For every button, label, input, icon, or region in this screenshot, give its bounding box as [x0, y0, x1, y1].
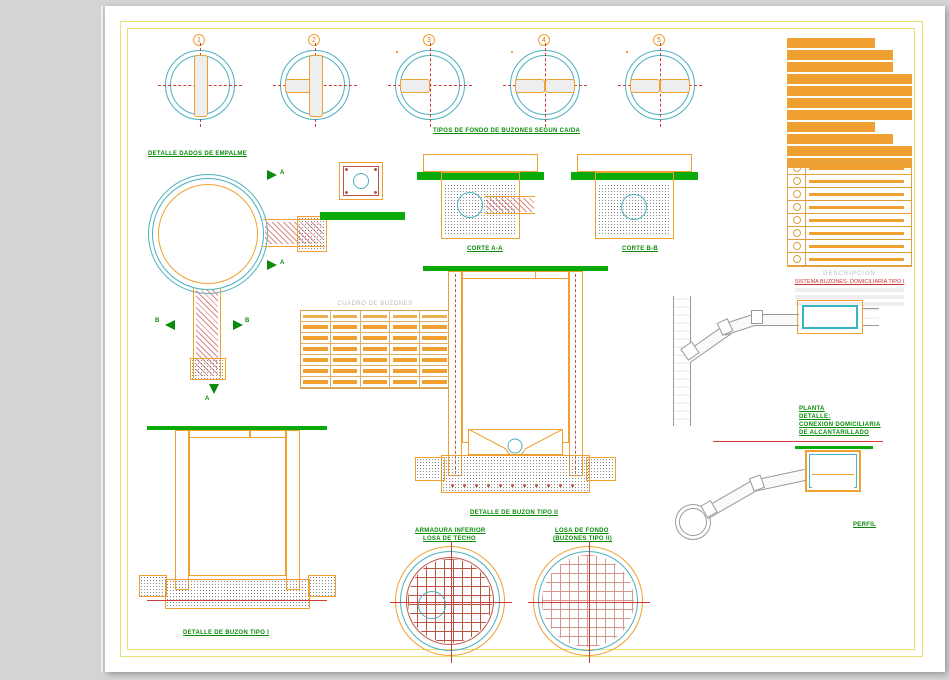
rebar-dot [511, 484, 514, 487]
label-tipo1: DETALLE DE BUZON TIPO I [183, 630, 269, 636]
buzon-tipo-1-section [155, 426, 320, 621]
fondo-number-1: 1 [193, 34, 205, 46]
section-a-label-2: A [280, 260, 285, 266]
rebar-dot [499, 484, 502, 487]
left-scrollbar[interactable] [101, 6, 104, 672]
titleblock-bar [787, 62, 893, 72]
titleblock-bar [787, 146, 912, 156]
dados-pipe-right [263, 219, 325, 247]
rebar-dot [463, 484, 466, 487]
section-a-label-3: A [205, 396, 210, 402]
legend-row [788, 201, 911, 214]
fondo-circle-4 [510, 50, 580, 120]
legend-row [788, 240, 911, 253]
fondo-circle-2 [280, 50, 350, 120]
corte-a-drawing [423, 154, 538, 239]
titleblock-bar [787, 38, 875, 48]
section-b-label-2: B [245, 318, 250, 324]
rebar-dot [451, 484, 454, 487]
section-a-label-1: A [280, 170, 285, 176]
label-tipos-fondo: TIPOS DE FONDO DE BUZONES SEGUN CAIDA [433, 128, 580, 134]
legend-row [788, 214, 911, 227]
titleblock-bar [787, 74, 912, 84]
label-corte-b: CORTE B-B [622, 246, 658, 252]
fondo-number-3: 3 [423, 34, 435, 46]
conexion-planta [665, 296, 880, 426]
legend-row [788, 175, 911, 188]
label-corte-a: CORTE A-A [467, 246, 503, 252]
dados-plan-ring [148, 174, 268, 294]
rebar-square-detail [333, 156, 389, 206]
legend-row [788, 188, 911, 201]
description-heading: DESCRIPCION [787, 271, 912, 277]
table-row [301, 366, 449, 377]
table-row [301, 355, 449, 366]
description-line: SISTEMA BUZONES- DOMICILIARIA TIPO I [787, 279, 912, 285]
fondo-number-4: 4 [538, 34, 550, 46]
legend-row [788, 227, 911, 240]
fondo-circle-1 [165, 50, 235, 120]
titleblock-bar [787, 98, 912, 108]
titleblock-bar [787, 50, 893, 60]
label-perfil: PERFIL [853, 522, 876, 528]
rebar-dot [559, 484, 562, 487]
table-row [301, 333, 449, 344]
cuadro-buzones-table: CUADRO DE BUZONES [300, 301, 450, 389]
label-conex-2: DETALLE: [799, 414, 831, 420]
section-b-label-1: B [155, 318, 160, 324]
titleblock-bar [787, 134, 893, 144]
fondo-number-5: 5 [653, 34, 665, 46]
dim-line-perfil [713, 441, 883, 442]
label-arm-inf2: LOSA DE TECHO [423, 536, 476, 542]
losa-fondo-plan [533, 546, 643, 656]
fondo-number-2: 2 [308, 34, 320, 46]
legend-row [788, 253, 911, 266]
table-row [301, 322, 449, 333]
label-dados: DETALLE DADOS DE EMPALME [148, 151, 247, 157]
rebar-dot [571, 484, 574, 487]
fondo-circle-3 [395, 50, 465, 120]
legend-table [787, 161, 912, 267]
label-arm-inf: ARMADURA INFERIOR [415, 528, 486, 534]
table-row [301, 377, 449, 388]
rebar-dot [523, 484, 526, 487]
cuadro-title: CUADRO DE BUZONES [300, 301, 450, 307]
fondo-circle-5 [625, 50, 695, 120]
label-fondo-plan2: (BUZONES TIPO II) [553, 536, 612, 542]
rebar-dot [535, 484, 538, 487]
table-row [301, 344, 449, 355]
corte-b-drawing [577, 154, 692, 239]
dim-line-1 [147, 600, 327, 601]
label-conex-3: CONEXION DOMICILIARIA [799, 422, 881, 428]
legend-row [788, 162, 911, 175]
drawing-page: 1 2 3 4 5 TIPOS DE FONDO DE BUZONES SEGUN CA… [105, 6, 945, 672]
rebar-dot [475, 484, 478, 487]
ground-strip-1 [320, 212, 405, 220]
conexion-perfil [675, 446, 885, 546]
label-conex-4: DE ALCANTARILLADO [799, 430, 869, 436]
buzon-tipo-2-section [433, 266, 598, 501]
rebar-dot [487, 484, 490, 487]
label-tipo2: DETALLE DE BUZON TIPO II [470, 510, 558, 516]
label-fondo-plan: LOSA DE FONDO [555, 528, 609, 534]
titleblock-bar [787, 110, 912, 120]
dados-pipe-down [193, 288, 221, 378]
title-block [787, 38, 912, 170]
titleblock-bar [787, 86, 912, 96]
rebar-dot [547, 484, 550, 487]
titleblock-bar [787, 122, 875, 132]
label-conex-1: PLANTA [799, 406, 825, 412]
losa-techo-plan [395, 546, 505, 656]
